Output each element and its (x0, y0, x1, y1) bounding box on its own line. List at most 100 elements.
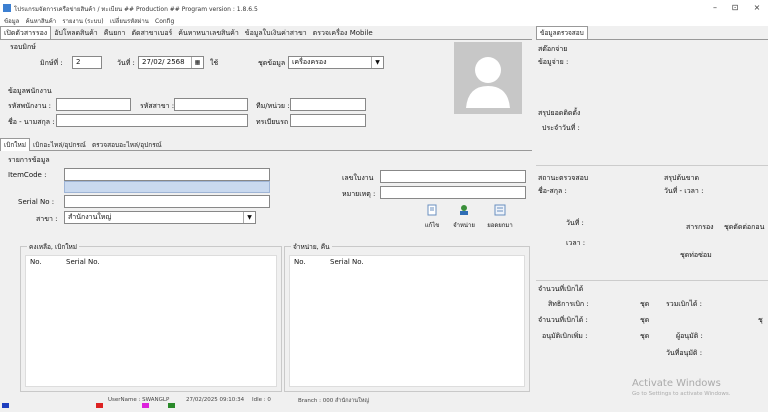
menu-search[interactable]: ค้นหาสินค้า (26, 16, 57, 26)
menu-password[interactable]: เปลี่ยนรหัสผ่าน (110, 16, 149, 26)
status-datetime: 27/02/2025 09:10:34 (186, 397, 245, 403)
date-apply-button[interactable]: ใช้ (210, 58, 218, 69)
balance-icon[interactable] (494, 204, 506, 216)
vehicle-input[interactable] (290, 114, 366, 127)
dispatch-list-group: จำหน่าย, คืน No. Serial No. (284, 242, 530, 392)
edit-icon[interactable] (426, 204, 438, 216)
approver-label: ผู้อนุมัติ : (676, 332, 703, 340)
stock-list-title: คงเหลือ, เบิกใหม่ (27, 242, 80, 252)
status-branch: Branch : 000 สำนักงานใหญ่ (298, 398, 370, 404)
menu-report[interactable]: รายงาน (ระบบ) (62, 16, 103, 26)
round-input[interactable]: 2 (72, 56, 102, 69)
category-select[interactable]: เครื่องครอง ▼ (288, 56, 384, 69)
install-summary-title: สรุปยอดติดตั้ง (538, 109, 581, 117)
shortage-datetime-label: วันที่ - เวลา : (664, 187, 704, 195)
remark-input[interactable] (380, 186, 526, 199)
employee-name-label: ชื่อ - นามสกุล : (8, 118, 55, 126)
date-picker[interactable]: 27/02/ 2568 ▦ (138, 56, 204, 69)
window-title: โปรแกรมจัดการเครือข่ายสินค้า / ทะเบียน #… (14, 6, 258, 13)
dispatch-list[interactable]: No. Serial No. (289, 255, 525, 387)
edit-button[interactable]: แก้ไข (418, 220, 446, 230)
branch-select[interactable]: สำนักงานใหญ่ ▼ (64, 211, 256, 224)
maximize-button[interactable]: ⊡ (728, 2, 742, 14)
balance-button[interactable]: ยอดยกมา (482, 220, 518, 230)
tab-receive[interactable]: เปิดตัวสารรอง (0, 26, 52, 39)
dispatch-icon[interactable] (458, 204, 470, 216)
tab-mobile[interactable]: ตรวจเครื่อง Mobile (310, 27, 376, 39)
summary-date-label: ประจำวันที่ : (542, 124, 580, 132)
employee-section-title: ข้อมูลพนักงาน (8, 87, 52, 95)
approve-extra-label: อนุมัติเบิกเพิ่ม : (542, 332, 588, 340)
app-icon (3, 4, 11, 12)
employee-code-label: รหัสพนักงาน : (8, 102, 52, 110)
minimize-button[interactable]: – (708, 2, 722, 14)
status-color-magenta (142, 403, 149, 408)
remark-label: หมายเหตุ : (342, 190, 376, 198)
vehicle-label: ทรเบียนรถ : (256, 118, 293, 126)
subtab-parts[interactable]: เบิกอะไหล่/อุปกรณ์ (30, 139, 89, 151)
branch-label: สาขา : (36, 215, 58, 223)
branch-code-input[interactable] (174, 98, 248, 111)
docno-label: เลขใบงาน (342, 174, 374, 182)
menu-bar: ข้อมูล ค้นหาสินค้า รายงาน (ระบบ) เปลี่ยน… (0, 16, 768, 26)
menu-config[interactable]: Config (155, 18, 174, 25)
close-button[interactable]: × (750, 2, 764, 14)
chevron-down-icon: ▼ (371, 57, 383, 68)
status-user: UserName : SWANGLP (108, 397, 170, 403)
subtab-new[interactable]: เบิกใหม่ (0, 138, 31, 151)
check-name-label: ชื่อ-สกุล : (538, 187, 567, 195)
tab-check-info[interactable]: ข้อมูลตรวจสอบ (536, 26, 588, 39)
total-withdraw-label: รวมเบิกได้ : (666, 300, 703, 308)
avatar (454, 42, 522, 114)
serial-label: Serial No : (18, 198, 55, 206)
tab-invoice[interactable]: ข้อมูลใบเงินค่าสาขา (242, 27, 310, 39)
itemcode-description (64, 181, 270, 193)
employee-name-input[interactable] (56, 114, 248, 127)
activate-windows-watermark: Activate Windows (632, 378, 721, 389)
stock-col-serial: Serial No. (66, 258, 100, 266)
divider (536, 280, 768, 281)
round-label: มิกษ์ที่ : (40, 59, 63, 67)
dispatch-list-title: จำหน่าย, คืน (291, 242, 332, 252)
status-color-blue (2, 403, 9, 408)
status-bar: UserName : SWANGLP 27/02/2025 09:10:34 I… (0, 397, 768, 412)
approve-date-label: วันที่อนุมัติ : (666, 349, 703, 357)
withdrawable-count-label: จำนวนที่เบิกได้ : (538, 316, 588, 324)
stock-col-no: No. (30, 258, 42, 266)
withdrawable-count-unit: ชุด (640, 316, 650, 324)
menu-data[interactable]: ข้อมูล (4, 16, 19, 26)
pay-info-label: ข้อมูจ่าย : (538, 58, 569, 66)
check-time-label: เวลา : (566, 239, 586, 247)
itemcode-input[interactable] (64, 168, 270, 181)
calendar-icon[interactable]: ▦ (191, 57, 203, 68)
check-status-title: สถานะตรวจสอบ (538, 174, 589, 182)
serial-input[interactable] (64, 195, 270, 208)
docno-input[interactable] (380, 170, 526, 183)
date-label: วันที่ : (117, 59, 135, 67)
stock-list[interactable]: No. Serial No. (25, 255, 277, 387)
withdrawable-right-unit: ชุ (758, 316, 763, 324)
stock-pay-title: สต๊อกจ่าย (538, 45, 568, 53)
dispatch-col-no: No. (294, 258, 306, 266)
status-idle: Idle : 0 (252, 397, 271, 403)
cutset-label: ชุดตัดต่อกอน (724, 223, 765, 231)
tab-branch[interactable]: ตัดสาขาเบอร์ (128, 27, 175, 39)
status-color-green (168, 403, 175, 408)
status-color-red (96, 403, 103, 408)
sub-tabs: เบิกใหม่ เบิกอะไหล่/อุปกรณ์ ตรวจสอบอะไหล่/… (0, 138, 532, 151)
title-bar: โปรแกรมจัดการเครือข่ายสินค้า / ทะเบียน #… (0, 0, 768, 16)
branch-code-label: รหัสสาขา : (140, 102, 175, 110)
itemcode-label: ItemCode : (8, 171, 47, 179)
tab-return[interactable]: คืนยกา (101, 27, 129, 39)
tab-upload[interactable]: อัปโหลดสินค้า (51, 27, 101, 39)
shortage-summary-title: สรุปต้นขาด (664, 174, 700, 182)
team-input[interactable] (290, 98, 366, 111)
filter-label: สารกรอง (686, 223, 714, 231)
tab-search-product[interactable]: ค้นหาหนาเลขสินค้า (175, 27, 241, 39)
subtab-check-parts[interactable]: ตรวจสอบอะไหล่/อุปกรณ์ (89, 139, 165, 151)
check-date-label: วันที่ : (566, 219, 584, 227)
right-panel-tabs: ข้อมูลตรวจสอบ (536, 26, 768, 40)
employee-code-input[interactable] (56, 98, 131, 111)
dispatch-button[interactable]: จำหน่าย (448, 220, 480, 230)
chevron-down-icon: ▼ (243, 212, 255, 223)
